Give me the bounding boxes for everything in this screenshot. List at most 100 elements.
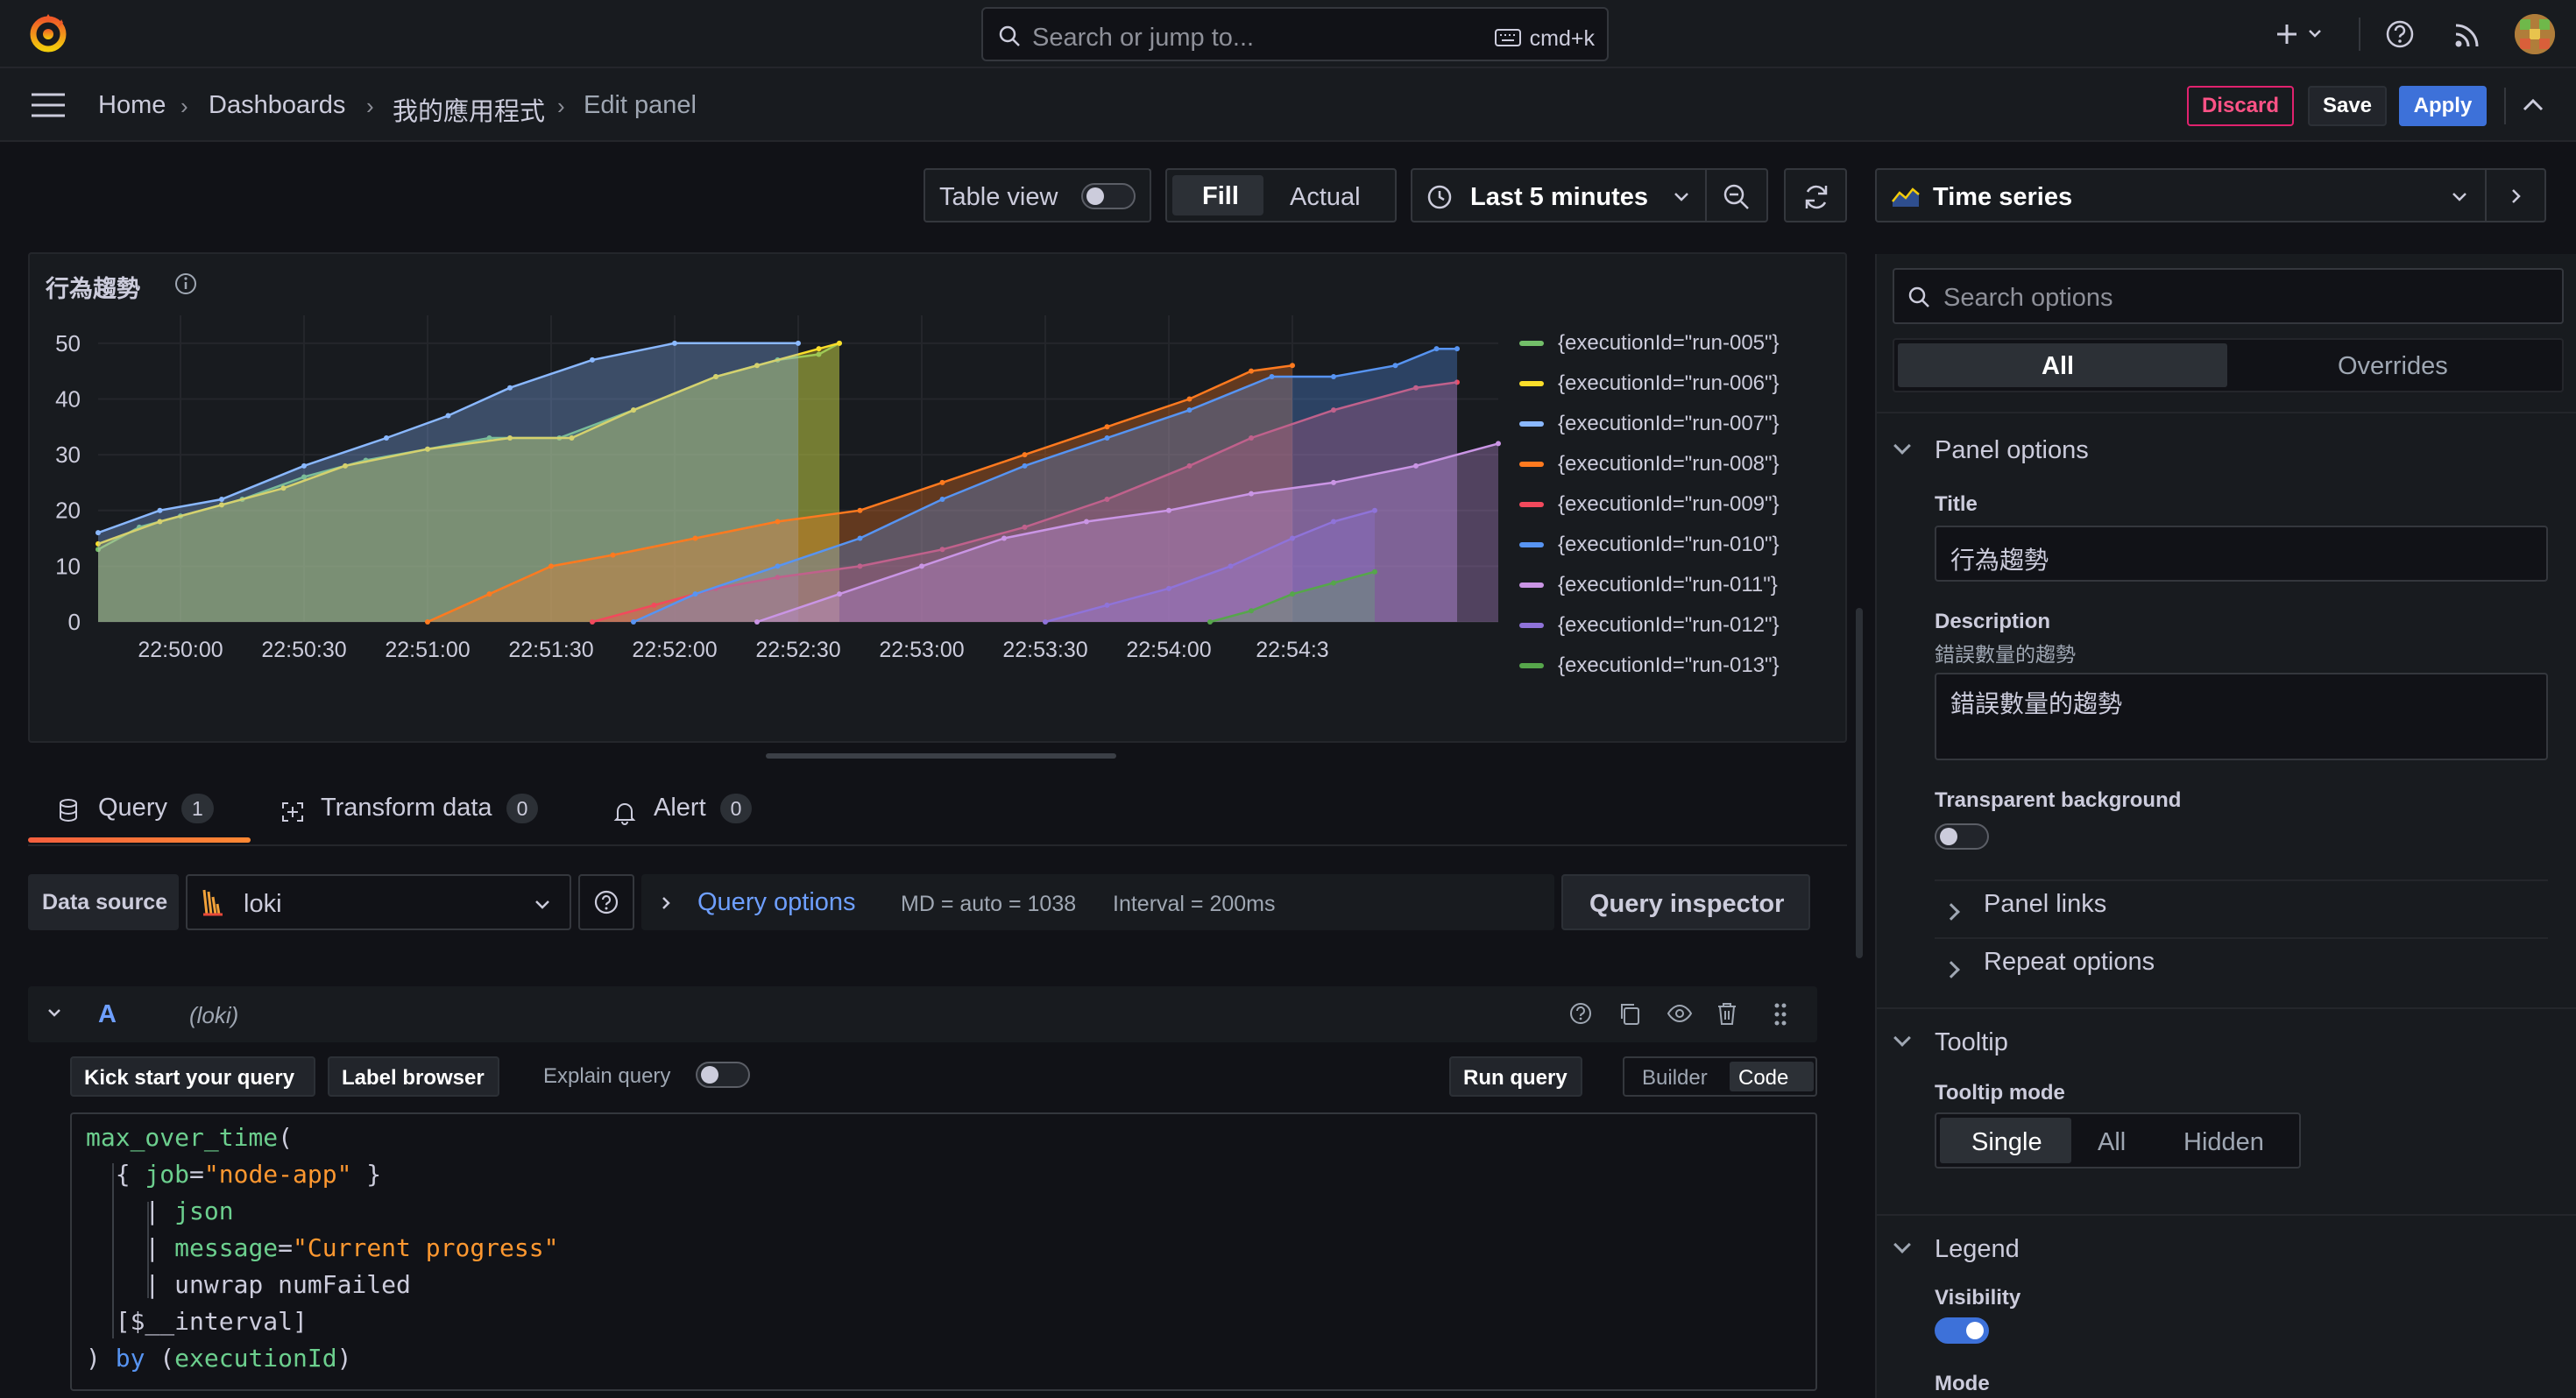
info-icon[interactable]: [173, 272, 198, 296]
apply-button[interactable]: Apply: [2399, 86, 2487, 126]
code-line-5: | unwrap numFailed: [86, 1270, 411, 1299]
section-tooltip[interactable]: Tooltip: [1935, 1028, 2008, 1057]
datasource-help-button[interactable]: [578, 874, 634, 930]
search-bar[interactable]: Search or jump to... cmd+k: [981, 7, 1609, 61]
series-point: [1331, 580, 1336, 586]
series-point: [590, 619, 595, 625]
avatar[interactable]: [2515, 14, 2555, 54]
run-query-label: Run query: [1463, 1066, 1568, 1090]
title-input[interactable]: 行為趨勢: [1935, 526, 2548, 582]
add-new-button[interactable]: [2275, 19, 2336, 49]
chevron-down-icon[interactable]: [1893, 1236, 1911, 1253]
section-legend[interactable]: Legend: [1935, 1235, 2020, 1264]
tooltip-mode-all[interactable]: All: [2098, 1128, 2126, 1157]
panel-title: 行為趨勢: [46, 276, 140, 302]
series-point: [1290, 535, 1295, 541]
query-inspector-button[interactable]: Query inspector: [1561, 874, 1810, 930]
series-point: [672, 340, 677, 346]
tooltip-mode-single-label: Single: [1971, 1128, 2042, 1156]
menu-icon[interactable]: [30, 91, 67, 119]
legend-item[interactable]: {executionId="run-009"}: [1519, 492, 1780, 517]
table-view-switch[interactable]: [1081, 183, 1136, 209]
series-point: [775, 563, 781, 569]
splitter-handle[interactable]: [1856, 608, 1863, 958]
legend-item[interactable]: {executionId="run-012"}: [1519, 613, 1780, 638]
legend-item[interactable]: {executionId="run-010"}: [1519, 533, 1780, 557]
refresh-button[interactable]: [1784, 168, 1847, 222]
section-repeat-options[interactable]: Repeat options: [1984, 948, 2155, 977]
actual-option[interactable]: Actual: [1290, 183, 1361, 212]
chevron-down-icon[interactable]: [1893, 1029, 1911, 1047]
legend-item[interactable]: {executionId="run-011"}: [1519, 573, 1778, 597]
datasource-select[interactable]: loki: [186, 874, 571, 930]
query-options-bar[interactable]: Query options MD = auto = 1038 Interval …: [641, 874, 1554, 930]
series-point: [1186, 407, 1192, 413]
breadcrumb-dashboards[interactable]: Dashboards: [209, 91, 345, 120]
legend-visibility-label: Visibility: [1935, 1286, 2021, 1310]
discard-button[interactable]: Discard: [2187, 86, 2294, 126]
chevron-right-icon[interactable]: [2509, 187, 2523, 205]
tab-transform[interactable]: Transform data 0: [280, 794, 539, 823]
builder-mode-option[interactable]: Builder: [1642, 1066, 1708, 1091]
time-series-chart[interactable]: 0 10 20 30 40 50 22:50:00 22:50:30 22:51:00 22:51…: [30, 307, 1528, 674]
series-point: [1454, 346, 1460, 352]
drag-handle-icon[interactable]: [1773, 1002, 1787, 1027]
explain-query-label: Explain query: [543, 1064, 671, 1088]
fill-option[interactable]: Fill: [1172, 175, 1263, 215]
zoom-out-icon[interactable]: [1723, 183, 1751, 211]
duplicate-icon[interactable]: [1617, 1001, 1642, 1026]
explain-query-switch[interactable]: [696, 1062, 750, 1088]
trash-icon[interactable]: [1716, 1001, 1738, 1026]
series-point: [939, 479, 945, 485]
resize-handle[interactable]: [766, 753, 1116, 759]
collapse-icon[interactable]: [2522, 96, 2544, 114]
visualization-picker[interactable]: Time series: [1875, 168, 2546, 222]
description-textarea[interactable]: 錯誤數量的趨勢: [1935, 673, 2548, 760]
chevron-down-icon[interactable]: [46, 1007, 63, 1020]
help-icon[interactable]: [1568, 1001, 1593, 1026]
run-query-button[interactable]: Run query: [1449, 1056, 1582, 1097]
legend-item[interactable]: {executionId="run-006"}: [1519, 371, 1780, 396]
legend-item[interactable]: {executionId="run-008"}: [1519, 452, 1780, 477]
help-icon[interactable]: [2385, 19, 2415, 49]
options-tab-all[interactable]: All: [1898, 343, 2227, 387]
legend-item[interactable]: {executionId="run-007"}: [1519, 412, 1780, 436]
kick-start-button[interactable]: Kick start your query: [70, 1056, 315, 1097]
grafana-logo-icon[interactable]: [26, 11, 70, 54]
news-feed-icon[interactable]: [2453, 21, 2481, 49]
section-panel-links[interactable]: Panel links: [1984, 890, 2106, 919]
tooltip-mode-single[interactable]: Single: [1940, 1118, 2071, 1163]
transparent-bg-switch[interactable]: [1935, 823, 1989, 850]
divider: [1877, 412, 2576, 413]
chevron-right-icon[interactable]: [1943, 903, 1960, 921]
eye-icon[interactable]: [1667, 1001, 1693, 1026]
legend-item[interactable]: {executionId="run-005"}: [1519, 331, 1780, 356]
save-button[interactable]: Save: [2308, 86, 2387, 126]
breadcrumb-dashboard[interactable]: 我的應用程式: [393, 91, 545, 128]
series-point: [1331, 519, 1336, 525]
tab-query[interactable]: Query 1: [58, 794, 214, 823]
time-range-picker[interactable]: Last 5 minutes: [1411, 168, 1768, 222]
options-search-input[interactable]: Search options: [1893, 268, 2564, 324]
chevron-down-icon[interactable]: [1893, 437, 1911, 455]
legend-label: {executionId="run-011"}: [1558, 573, 1778, 597]
breadcrumb-home[interactable]: Home: [98, 91, 166, 120]
series-point: [610, 552, 616, 558]
chevron-right-icon[interactable]: [1943, 961, 1960, 978]
query-ref-id[interactable]: A: [98, 1000, 117, 1029]
query-row-header: A (loki): [28, 986, 1817, 1042]
y-tick-label: 30: [55, 441, 81, 468]
code-mode-option[interactable]: Code: [1730, 1062, 1814, 1091]
label-browser-button[interactable]: Label browser: [328, 1056, 499, 1097]
clock-icon: [1426, 184, 1453, 210]
tooltip-mode-hidden[interactable]: Hidden: [2183, 1128, 2264, 1157]
series-point: [692, 591, 698, 597]
options-tab-overrides[interactable]: Overrides: [2338, 352, 2448, 381]
time-series-icon: [1891, 184, 1921, 208]
legend-visibility-switch[interactable]: [1935, 1317, 1989, 1344]
table-view-toggle[interactable]: Table view: [924, 168, 1151, 222]
section-panel-options[interactable]: Panel options: [1935, 436, 2089, 465]
legend-item[interactable]: {executionId="run-013"}: [1519, 653, 1780, 678]
tab-alert[interactable]: Alert 0: [613, 794, 753, 825]
series-point: [384, 435, 389, 441]
